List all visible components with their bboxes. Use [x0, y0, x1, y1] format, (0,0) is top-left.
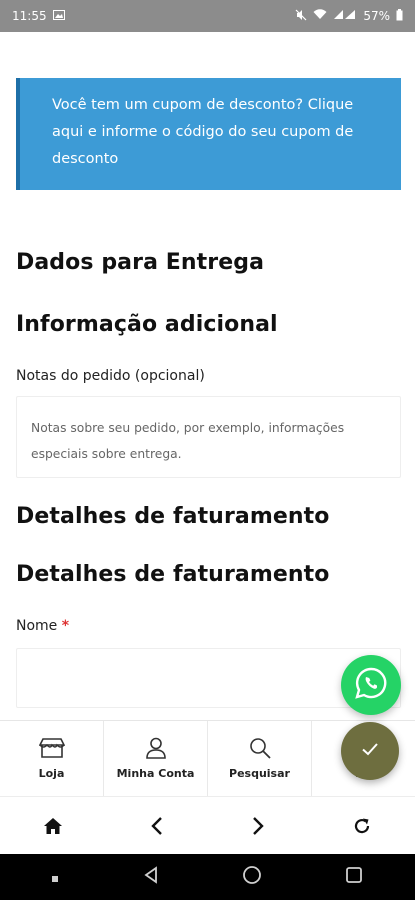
signal-icon: [333, 9, 357, 23]
nav-label-store: Loja: [38, 767, 65, 780]
system-back-icon[interactable]: [141, 865, 161, 889]
nav-item-search[interactable]: Pesquisar: [208, 721, 312, 796]
image-notification-icon: [52, 9, 65, 23]
search-icon: [249, 737, 271, 759]
billing-title: Detalhes de faturamento: [16, 504, 330, 529]
name-label-text: Nome: [16, 618, 58, 634]
battery-percent: 57%: [363, 9, 390, 23]
whatsapp-icon: [354, 666, 388, 704]
reload-icon[interactable]: [352, 816, 372, 836]
additional-info-title: Informação adicional: [16, 312, 278, 337]
checkout-content: Você tem um cupom de desconto? Clique aq…: [0, 32, 415, 720]
nav-item-store[interactable]: Loja: [0, 721, 104, 796]
battery-icon: [396, 8, 403, 24]
delivery-title: Dados para Entrega: [16, 250, 265, 275]
status-time: 11:55: [12, 9, 47, 23]
system-recents-icon[interactable]: [344, 865, 364, 889]
home-icon[interactable]: [43, 817, 63, 835]
coupon-text[interactable]: Você tem um cupom de desconto? Clique aq…: [52, 97, 353, 167]
menu-dot-icon[interactable]: [51, 868, 59, 887]
coupon-notice[interactable]: Você tem um cupom de desconto? Clique aq…: [16, 78, 401, 190]
system-nav-bar: [0, 854, 415, 900]
mute-icon: [295, 9, 307, 24]
store-icon: [38, 737, 65, 759]
confirm-button[interactable]: [341, 722, 399, 780]
nav-label-account: Minha Conta: [116, 767, 195, 780]
billing-title-secondary: Detalhes de faturamento: [16, 562, 330, 587]
browser-toolbar: [0, 796, 415, 854]
order-notes-textarea[interactable]: Notas sobre seu pedido, por exemplo, inf…: [16, 396, 401, 478]
required-mark: *: [61, 618, 70, 634]
back-icon[interactable]: [150, 816, 164, 836]
check-icon: [360, 741, 380, 761]
wifi-icon: [313, 9, 327, 23]
system-home-icon[interactable]: [242, 865, 262, 889]
order-notes-label: Notas do pedido (opcional): [16, 368, 205, 384]
whatsapp-button[interactable]: [341, 655, 401, 715]
nav-item-account[interactable]: Minha Conta: [104, 721, 208, 796]
forward-icon[interactable]: [251, 816, 265, 836]
nav-label-search: Pesquisar: [229, 767, 290, 780]
user-icon: [145, 737, 167, 759]
order-notes-placeholder: Notas sobre seu pedido, por exemplo, inf…: [31, 421, 345, 461]
name-label: Nome *: [16, 618, 69, 634]
status-bar: 11:55 57%: [0, 0, 415, 32]
